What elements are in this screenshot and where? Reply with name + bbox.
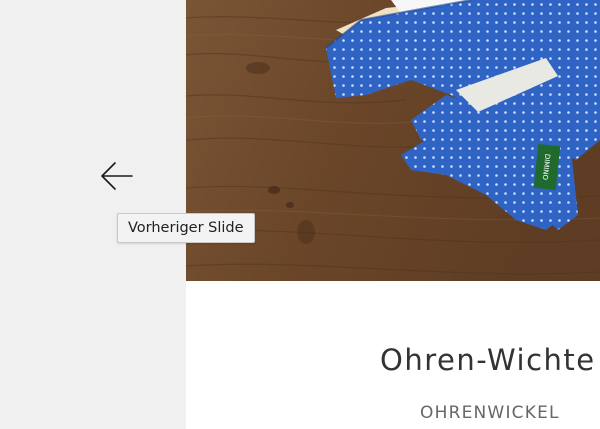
product-card-body: Ohren-Wichte OHRENWICKEL: [186, 281, 600, 429]
arrow-left-icon: [101, 162, 133, 190]
previous-slide-tooltip: Vorheriger Slide: [117, 213, 255, 243]
previous-slide-button[interactable]: [98, 158, 138, 194]
product-category[interactable]: OHRENWICKEL: [420, 403, 560, 423]
product-title[interactable]: Ohren-Wichte: [380, 343, 596, 377]
